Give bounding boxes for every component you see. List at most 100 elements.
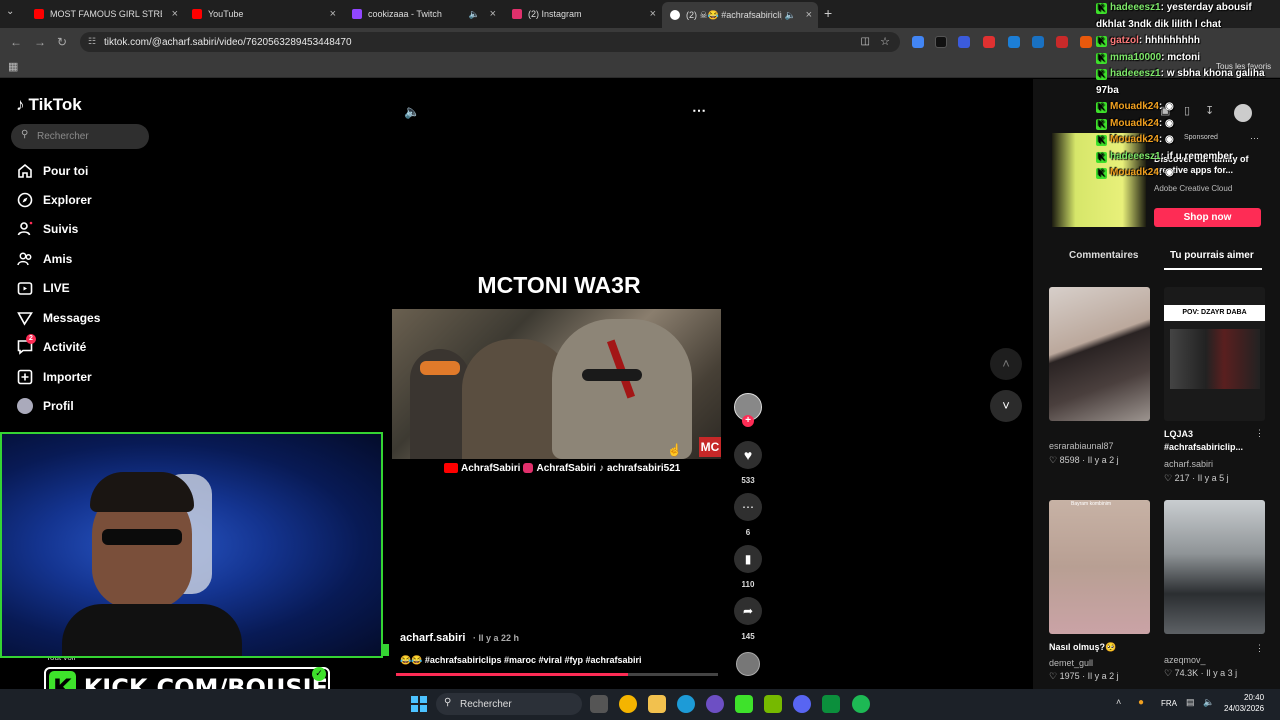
- extension-icon[interactable]: [983, 36, 995, 48]
- tab-most-famous[interactable]: MOST FAMOUS GIRL STREAMER ×: [26, 4, 184, 24]
- chat-user: Mouadk24: [1110, 167, 1159, 178]
- save-button[interactable]: ▮: [734, 545, 762, 573]
- compass-icon: [16, 191, 34, 209]
- speaker-icon[interactable]: 🔈: [469, 9, 480, 20]
- file-explorer-icon[interactable]: [648, 695, 666, 713]
- start-icon[interactable]: [411, 696, 427, 712]
- share-button[interactable]: ➦: [734, 597, 762, 625]
- microphone-icon[interactable]: ●: [1138, 697, 1144, 708]
- extension-icon[interactable]: [935, 36, 947, 48]
- system-clock[interactable]: 20:40 24/03/2026: [1224, 692, 1264, 714]
- nav-messages[interactable]: Messages: [16, 307, 100, 329]
- forward-icon[interactable]: →: [34, 35, 46, 49]
- nav-explore[interactable]: Explorer: [16, 189, 92, 211]
- video-social-strip: AchrafSabiri AchrafSabiri ♪ achrafsabiri…: [444, 461, 690, 475]
- extension-icon[interactable]: [1032, 36, 1044, 48]
- edge-icon[interactable]: [677, 695, 695, 713]
- tab-you-may-like[interactable]: Tu pourrais aimer: [1170, 250, 1254, 261]
- language-indicator[interactable]: FRA: [1161, 699, 1177, 708]
- next-video-button[interactable]: ˅: [990, 390, 1022, 422]
- more-options-icon[interactable]: ⋯: [692, 102, 706, 119]
- tab-comments[interactable]: Commentaires: [1069, 250, 1138, 261]
- extension-icon[interactable]: [1080, 36, 1092, 48]
- extension-icon[interactable]: [958, 36, 970, 48]
- save-count: 110: [741, 580, 755, 589]
- nav-live[interactable]: LIVE: [16, 277, 70, 299]
- task-view-icon[interactable]: [590, 695, 608, 713]
- tab-instagram[interactable]: (2) Instagram ×: [504, 4, 662, 24]
- recommendation-time: Il y a 3 j: [1206, 668, 1238, 678]
- app-icon[interactable]: [822, 695, 840, 713]
- network-icon[interactable]: ▤: [1186, 697, 1195, 708]
- chat-message: Khadeeesz1: yesterday abousif dkhlat 3nd…: [1096, 2, 1252, 30]
- extension-icon[interactable]: [912, 36, 924, 48]
- chat-message: K Mouadk24: ◉: [1096, 132, 1280, 149]
- shop-now-button[interactable]: Shop now: [1154, 208, 1261, 227]
- close-icon[interactable]: ×: [490, 8, 496, 20]
- extension-icon[interactable]: [1008, 36, 1020, 48]
- close-icon[interactable]: ×: [172, 8, 178, 20]
- video-time: · Il y a 22 h: [473, 633, 520, 643]
- tiktok-handle: achrafsabiri521: [606, 462, 681, 474]
- recommendation-author[interactable]: azeqmov_: [1164, 655, 1206, 665]
- nav-upload[interactable]: Importer: [16, 366, 92, 388]
- new-tab-button[interactable]: +: [824, 5, 832, 21]
- nav-activity[interactable]: 2 Activité: [16, 334, 86, 358]
- video-player[interactable]: MC: [392, 309, 721, 459]
- taskbar-search[interactable]: ⚲ Rechercher: [436, 693, 582, 715]
- recommendation-thumbnail[interactable]: POV: DZAYR DABA: [1164, 287, 1265, 421]
- chrome-icon[interactable]: [619, 695, 637, 713]
- webcam-person-body: [62, 604, 242, 656]
- youtube-icon: [34, 9, 44, 19]
- address-bar[interactable]: ☷ tiktok.com/@acharf.sabiri/video/762056…: [80, 32, 900, 52]
- site-info-icon[interactable]: ☷: [88, 36, 96, 47]
- app-icon[interactable]: [706, 695, 724, 713]
- extension-icon[interactable]: [1056, 36, 1068, 48]
- video-author[interactable]: acharf.sabiri: [400, 632, 465, 644]
- volume-icon[interactable]: 🔈: [1203, 697, 1214, 708]
- comment-button[interactable]: ⋯: [734, 493, 762, 521]
- speaker-icon[interactable]: 🔈: [785, 10, 796, 21]
- bookmark-star-icon[interactable]: ☆: [880, 35, 890, 48]
- nav-profile[interactable]: Profil: [16, 395, 74, 417]
- kick-app-icon[interactable]: [735, 695, 753, 713]
- apps-grid-icon[interactable]: ▦: [8, 60, 18, 73]
- volume-icon[interactable]: 🔈: [404, 104, 420, 120]
- video-caption: 😂😂 #achrafsabiriclips #maroc #viral #fyp…: [400, 655, 642, 665]
- search-input[interactable]: ⚲ Rechercher: [11, 124, 149, 149]
- close-icon[interactable]: ×: [806, 9, 812, 21]
- nav-for-you[interactable]: Pour toi: [16, 160, 88, 182]
- previous-video-button[interactable]: ˄: [990, 348, 1022, 380]
- nav-following[interactable]: Suivis: [16, 218, 78, 240]
- discord-icon[interactable]: [793, 695, 811, 713]
- youtube-icon: [444, 463, 458, 473]
- tab-search-icon[interactable]: ⌄: [6, 6, 14, 17]
- spotify-icon[interactable]: [852, 695, 870, 713]
- close-icon[interactable]: ×: [330, 8, 336, 20]
- recommendation-thumbnail[interactable]: Bayram kombinim: [1049, 500, 1150, 634]
- recommendation-thumbnail[interactable]: [1049, 287, 1150, 421]
- recommendation-author[interactable]: esrarabiaunal87: [1049, 441, 1114, 451]
- recommendation-author[interactable]: demet_gull: [1049, 658, 1093, 668]
- nav-friends[interactable]: Amis: [16, 248, 72, 270]
- recommendation-thumbnail[interactable]: [1164, 500, 1265, 634]
- close-icon[interactable]: ×: [650, 8, 656, 20]
- recommendation-author[interactable]: acharf.sabiri: [1164, 459, 1213, 469]
- reload-icon[interactable]: ↻: [57, 35, 67, 49]
- follow-plus-button[interactable]: +: [742, 415, 754, 427]
- chat-message: Kgatzol: hhhhhhhhh: [1096, 33, 1280, 50]
- tab-twitch[interactable]: cookizaaa - Twitch 🔈 ×: [344, 4, 502, 24]
- back-icon[interactable]: ←: [10, 35, 22, 49]
- like-button[interactable]: ♥: [734, 441, 762, 469]
- more-options-icon[interactable]: ⋮: [1255, 428, 1264, 439]
- nvidia-icon[interactable]: [764, 695, 782, 713]
- tab-tiktok-active[interactable]: (2) ☠😂 #achrafsabiriclips 🔈 ×: [662, 2, 818, 28]
- tiktok-logo[interactable]: ♪ TikTok: [16, 95, 82, 115]
- sound-disc[interactable]: [736, 652, 760, 676]
- more-options-icon[interactable]: ⋮: [1255, 643, 1264, 654]
- kick-badge-icon: K: [1096, 168, 1107, 179]
- search-icon: ⚲: [444, 697, 452, 708]
- install-icon[interactable]: ◫: [861, 36, 870, 47]
- chevron-up-icon[interactable]: ˄: [1116, 697, 1121, 707]
- tab-youtube[interactable]: YouTube ×: [184, 4, 342, 24]
